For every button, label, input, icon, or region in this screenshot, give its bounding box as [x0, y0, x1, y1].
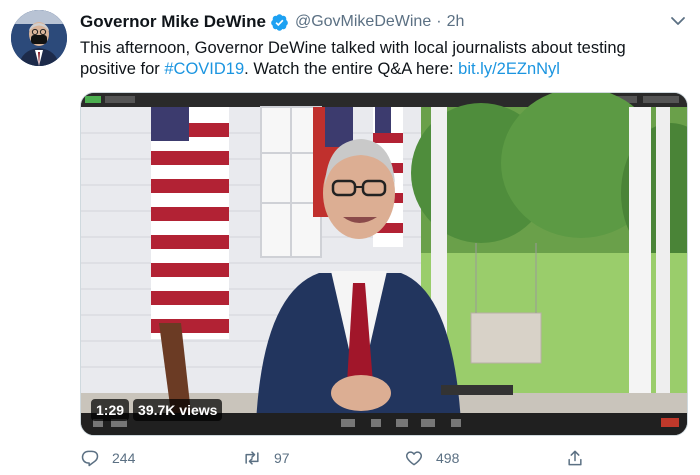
share-icon — [568, 450, 582, 466]
tweet[interactable]: Governor Mike DeWine @GovMikeDeWine · 2h… — [0, 0, 700, 475]
share-button[interactable] — [565, 448, 597, 468]
hashtag-link[interactable]: #COVID19 — [164, 60, 244, 78]
tweet-text-part2: . Watch the entire Q&A here: — [244, 60, 459, 78]
like-button[interactable]: 498 — [404, 448, 459, 468]
video-player[interactable]: 1:29 39.7K views — [80, 92, 688, 436]
verified-badge-icon — [271, 13, 288, 31]
retweet-button[interactable]: 97 — [242, 448, 290, 468]
reply-count: 244 — [112, 450, 136, 466]
tweet-timestamp[interactable]: 2h — [447, 13, 465, 31]
author-handle[interactable]: @GovMikeDeWine — [295, 13, 431, 31]
retweet-icon — [245, 451, 259, 465]
heart-icon — [405, 451, 423, 466]
video-frame — [81, 93, 687, 435]
video-views: 39.7K views — [133, 399, 223, 421]
retweet-count: 97 — [274, 450, 290, 466]
like-count: 498 — [436, 450, 460, 466]
author-name[interactable]: Governor Mike DeWine — [80, 12, 266, 32]
url-link[interactable]: bit.ly/2EZnNyl — [458, 60, 560, 78]
reply-button[interactable]: 244 — [80, 448, 135, 468]
video-info-badge: 1:29 39.7K views — [91, 399, 223, 421]
reply-icon — [81, 450, 99, 467]
chevron-down-icon[interactable] — [668, 13, 688, 29]
header-separator: · — [436, 13, 442, 30]
tweet-text: This afternoon, Governor DeWine talked w… — [80, 38, 640, 80]
video-duration: 1:29 — [91, 399, 130, 421]
avatar[interactable] — [11, 10, 67, 66]
tweet-actions: 244 97 498 — [80, 446, 600, 470]
tweet-header: Governor Mike DeWine @GovMikeDeWine · 2h — [80, 11, 464, 33]
